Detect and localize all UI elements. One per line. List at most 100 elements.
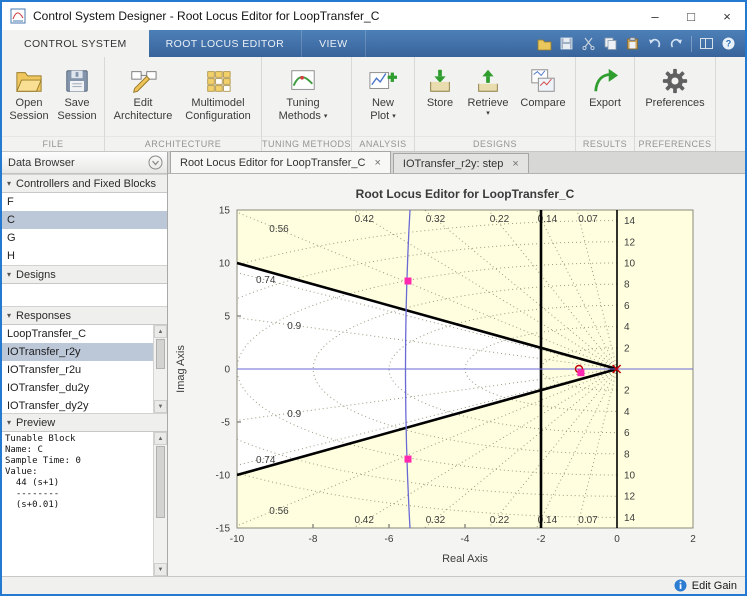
collapse-icon: ▾: [7, 270, 12, 279]
svg-text:-15: -15: [216, 524, 231, 535]
button-label: Edit: [133, 97, 153, 109]
section-header-responses[interactable]: ▾ Responses: [2, 306, 167, 325]
edit-architecture-button[interactable]: Edit Architecture: [108, 60, 178, 136]
paste-icon[interactable]: [625, 36, 640, 51]
preview-text: Tunable Block Name: C Sample Time: 0 Value:…: [2, 432, 153, 576]
svg-text:5: 5: [224, 312, 230, 323]
tab-view[interactable]: VIEW: [302, 30, 366, 57]
svg-text:Real Axis: Real Axis: [442, 553, 488, 565]
svg-text:0.32: 0.32: [426, 515, 446, 526]
scroll-down-icon[interactable]: ▼: [154, 400, 167, 413]
svg-text:2: 2: [624, 386, 630, 397]
response-item-iotransfer_r2u[interactable]: IOTransfer_r2u: [2, 361, 153, 379]
open-icon[interactable]: [537, 36, 552, 51]
button-label: Plot: [370, 110, 390, 122]
close-tab-icon[interactable]: ×: [374, 157, 380, 169]
new-plot-button[interactable]: New Plot ▾: [355, 60, 411, 136]
preview-scrollbar[interactable]: ▲ ▼: [153, 432, 167, 576]
svg-text:10: 10: [219, 259, 231, 270]
button-label: Session: [9, 110, 49, 122]
svg-text:-2: -2: [537, 534, 546, 545]
ribbon-section-label: DESIGNS: [415, 136, 575, 151]
scroll-thumb[interactable]: [156, 446, 165, 518]
root-locus-plot[interactable]: 0.070.070.140.140.220.220.320.320.420.42…: [168, 174, 744, 576]
maximize-button[interactable]: □: [673, 2, 709, 30]
retrieve-button[interactable]: Retrieve ▾: [462, 60, 514, 136]
close-button[interactable]: ×: [709, 2, 745, 30]
button-label: New: [371, 97, 394, 109]
svg-text:0: 0: [224, 365, 230, 376]
compare-windows-icon: [528, 64, 558, 97]
doc-tab-step-response[interactable]: IOTransfer_r2y: step ×: [392, 153, 529, 173]
svg-text:-8: -8: [309, 534, 318, 545]
ribbon-section-results: Export RESULTS: [576, 57, 635, 151]
block-item-h[interactable]: H: [2, 247, 167, 265]
response-item-iotransfer_dy2y[interactable]: IOTransfer_dy2y: [2, 397, 153, 413]
response-item-iotransfer_r2y[interactable]: IOTransfer_r2y: [2, 343, 153, 361]
layout-icon[interactable]: [699, 36, 714, 51]
save-session-button[interactable]: Save Session: [53, 60, 101, 136]
status-message: Edit Gain: [691, 579, 737, 592]
multimodel-configuration-button[interactable]: Multimodel Configuration: [178, 60, 258, 136]
ribbon-section-label: RESULTS: [576, 136, 634, 151]
doc-tab-root-locus[interactable]: Root Locus Editor for LoopTransfer_C ×: [170, 151, 391, 173]
ribbon-section-tuning-methods: Tuning Methods ▾ TUNING METHODS: [262, 57, 352, 151]
scroll-thumb[interactable]: [156, 339, 165, 369]
responses-list: LoopTransfer_C IOTransfer_r2y IOTransfer_r…: [2, 325, 153, 413]
save-icon[interactable]: [559, 36, 574, 51]
svg-text:4: 4: [624, 322, 630, 333]
tuning-methods-button[interactable]: Tuning Methods ▾: [265, 60, 341, 136]
ribbon-section-label: ANALYSIS: [352, 136, 414, 151]
svg-text:-4: -4: [461, 534, 470, 545]
section-header-blocks[interactable]: ▾ Controllers and Fixed Blocks: [2, 174, 167, 193]
section-header-preview[interactable]: ▾ Preview: [2, 413, 167, 432]
svg-text:0.22: 0.22: [490, 515, 510, 526]
collapse-icon: ▾: [7, 311, 12, 320]
store-button[interactable]: Store: [418, 60, 462, 136]
button-label: Export: [589, 97, 621, 109]
redo-icon[interactable]: [669, 36, 684, 51]
scroll-up-icon[interactable]: ▲: [154, 325, 167, 338]
scroll-down-icon[interactable]: ▼: [154, 563, 167, 576]
responses-scrollbar[interactable]: ▲ ▼: [153, 325, 167, 413]
minimize-button[interactable]: –: [637, 2, 673, 30]
scroll-up-icon[interactable]: ▲: [154, 432, 167, 445]
svg-text:0.22: 0.22: [490, 214, 510, 225]
tab-root-locus-editor[interactable]: ROOT LOCUS EDITOR: [149, 30, 303, 57]
compare-button[interactable]: Compare: [514, 60, 572, 136]
response-item-iotransfer_du2y[interactable]: IOTransfer_du2y: [2, 379, 153, 397]
ribbon-section-label: FILE: [2, 136, 104, 151]
panel-menu-icon[interactable]: [148, 155, 163, 170]
block-item-c[interactable]: C: [2, 211, 167, 229]
collapse-icon: ▾: [7, 418, 12, 427]
preferences-button[interactable]: Preferences: [638, 60, 712, 136]
svg-text:0.07: 0.07: [578, 515, 598, 526]
svg-text:Imag Axis: Imag Axis: [175, 345, 187, 393]
section-header-designs[interactable]: ▾ Designs: [2, 265, 167, 284]
export-button[interactable]: Export: [579, 60, 631, 136]
new-plot-chart-icon: [367, 64, 399, 97]
designs-list: [2, 284, 167, 306]
block-item-f[interactable]: F: [2, 193, 167, 211]
svg-text:0: 0: [614, 534, 620, 545]
cut-icon[interactable]: [581, 36, 596, 51]
status-bar: Edit Gain: [2, 576, 745, 594]
button-label: Open: [15, 97, 43, 109]
svg-text:2: 2: [690, 534, 696, 545]
doc-tab-label: IOTransfer_r2y: step: [402, 157, 504, 170]
block-item-g[interactable]: G: [2, 229, 167, 247]
data-browser-header: Data Browser: [2, 152, 167, 174]
open-session-button[interactable]: Open Session: [5, 60, 53, 136]
help-icon[interactable]: ?: [721, 36, 736, 51]
svg-text:8: 8: [624, 449, 630, 460]
blocks-list: FCGH: [2, 193, 167, 265]
close-tab-icon[interactable]: ×: [512, 158, 518, 170]
ribbon-section-label: PREFERENCES: [635, 136, 715, 151]
undo-icon[interactable]: [647, 36, 662, 51]
response-item-looptransfer_c[interactable]: LoopTransfer_C: [2, 325, 153, 343]
multimodel-grid-icon: [203, 64, 233, 97]
button-label: Multimodel: [191, 97, 245, 109]
tab-control-system[interactable]: CONTROL SYSTEM: [2, 30, 149, 57]
copy-icon[interactable]: [603, 36, 618, 51]
svg-text:0.9: 0.9: [287, 321, 301, 332]
